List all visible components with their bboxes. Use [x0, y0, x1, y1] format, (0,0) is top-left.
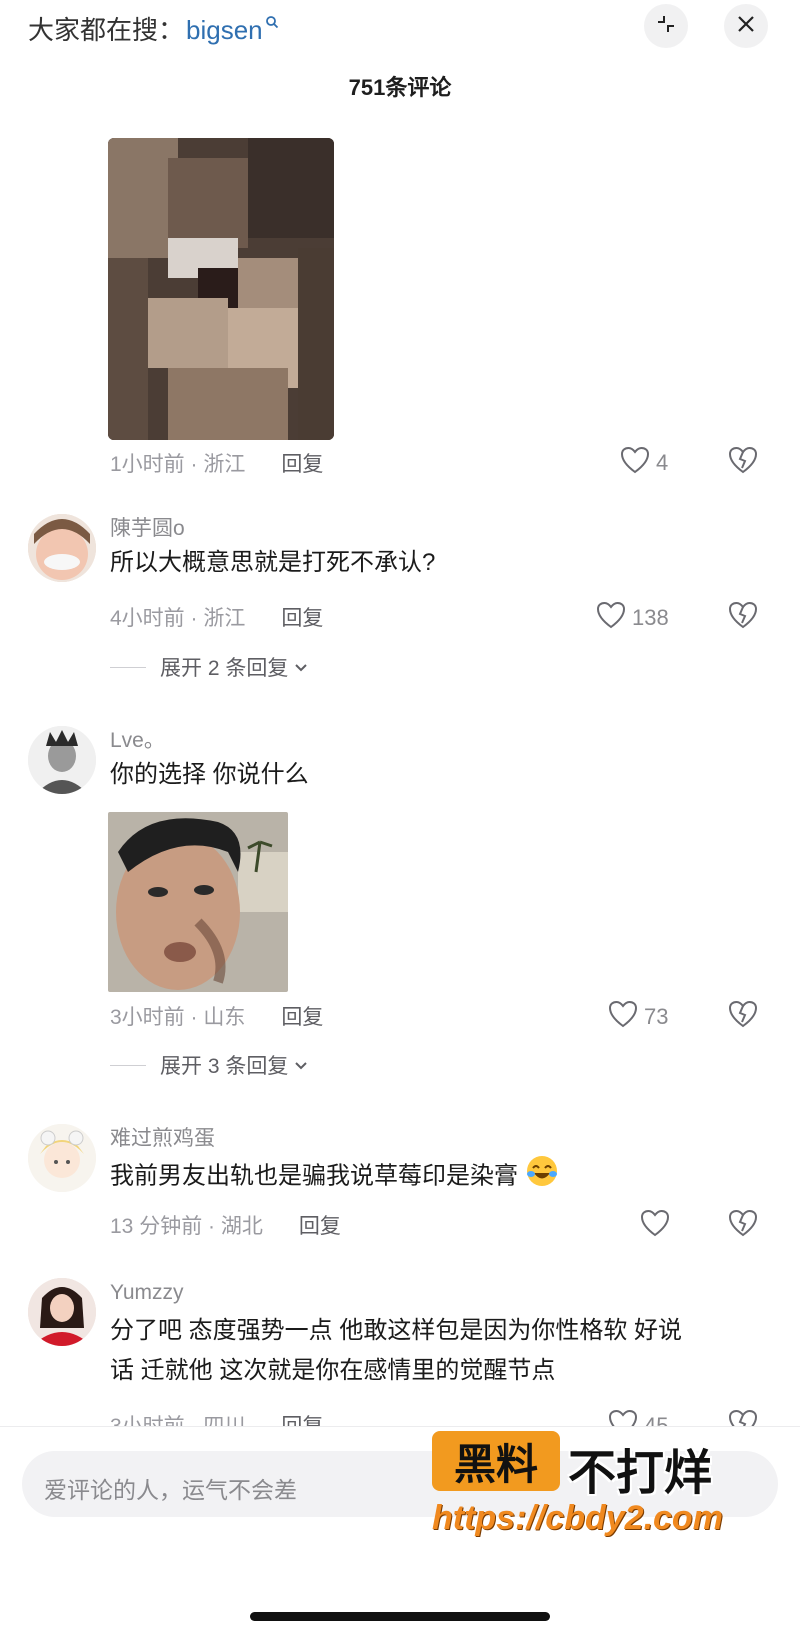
expand-replies-button[interactable]: 展开 3 条回复 [110, 1050, 308, 1080]
heart-icon [640, 1209, 670, 1243]
divider [110, 1064, 146, 1066]
search-suggestion-prefix: 大家都在搜： [28, 15, 185, 45]
comment-image-meme[interactable] [108, 812, 288, 992]
like-count: 138 [632, 605, 669, 630]
avatar[interactable] [28, 1278, 96, 1346]
avatar[interactable] [28, 1124, 96, 1192]
watermark-title: 不打烊 [568, 1447, 713, 1500]
comment-meta: 13 分钟前 · 湖北 回复 [110, 1210, 341, 1240]
comment-text-line: 分了吧 态度强势一点 他敢这样包是因为你性格软 好说 [110, 1317, 683, 1344]
comment-meta: 3小时前 · 山东 回复 [110, 1001, 323, 1031]
chevron-down-icon [294, 655, 308, 679]
expand-replies-label: 展开 2 条回复 [160, 657, 289, 680]
broken-heart-icon [728, 1209, 758, 1241]
expand-replies-label: 展开 3 条回复 [160, 1055, 289, 1078]
expand-replies-button[interactable]: 展开 2 条回复 [110, 652, 308, 682]
reply-button[interactable]: 回复 [281, 602, 323, 632]
dislike-button[interactable] [728, 1000, 758, 1033]
heart-icon [620, 446, 650, 480]
home-indicator[interactable] [250, 1612, 550, 1621]
avatar[interactable] [28, 726, 96, 794]
watermark-tag: 黑料 [432, 1431, 560, 1491]
like-count: 73 [644, 1004, 669, 1029]
close-button[interactable] [724, 4, 768, 48]
collapse-icon [655, 13, 677, 40]
comment-text-content: 我前男友出轨也是骗我说草莓印是染膏 [110, 1162, 518, 1190]
dislike-button[interactable] [728, 601, 758, 634]
comment-text: 你的选择 你说什么 [110, 761, 309, 788]
like-button[interactable]: 73 [608, 1000, 668, 1034]
comment-time-location: 4小时前 · 浙江 [110, 607, 246, 630]
comment-image-censored[interactable] [108, 138, 334, 440]
like-button[interactable] [640, 1209, 670, 1243]
comment-text: 我前男友出轨也是骗我说草莓印是染膏 [110, 1154, 760, 1200]
comment-input-placeholder: 爱评论的人，运气不会差 [44, 1477, 297, 1503]
comment-text: 所以大概意思就是打死不承认? [110, 549, 436, 576]
search-suggestion-keyword[interactable]: bigsen [186, 15, 263, 46]
divider [110, 666, 146, 668]
heart-icon [596, 601, 626, 635]
broken-heart-icon [728, 601, 758, 633]
search-icon [265, 15, 279, 34]
broken-heart-icon [728, 1000, 758, 1032]
comment-time-location: 13 分钟前 · 湖北 [110, 1215, 263, 1238]
comment-text-line: 话 迁就他 这次就是你在感情里的觉醒节点 [110, 1357, 556, 1384]
comment-meta: 4小时前 · 浙江 回复 [110, 602, 323, 632]
like-button[interactable]: 4 [620, 446, 668, 480]
comment-username[interactable]: Yumzzy [110, 1278, 760, 1308]
like-button[interactable]: 138 [596, 601, 669, 635]
comment-time-location: 1小时前 · 浙江 [110, 453, 246, 476]
watermark-url: https://cbdy2.com [432, 1499, 723, 1537]
comment-input-bar: 爱评论的人，运气不会差 黑料 不打烊 https://cbdy2.com [0, 1426, 800, 1630]
dislike-button[interactable] [728, 1209, 758, 1242]
broken-heart-icon [728, 446, 758, 478]
comment-username[interactable]: 陳芋圆o [110, 514, 760, 544]
top-bar: 大家都在搜： bigsen [0, 0, 800, 60]
reply-button[interactable]: 回复 [281, 1001, 323, 1031]
close-icon [736, 14, 756, 39]
avatar[interactable] [28, 514, 96, 582]
collapse-button[interactable] [644, 4, 688, 48]
laughing-crying-emoji-icon [525, 1154, 559, 1200]
like-count: 4 [656, 450, 669, 475]
search-suggestion[interactable]: 大家都在搜： bigsen [28, 10, 279, 47]
reply-button[interactable]: 回复 [299, 1210, 341, 1240]
comment-count: 751条评论 [348, 75, 452, 100]
comment-username[interactable]: 难过煎鸡蛋 [110, 1124, 760, 1154]
chevron-down-icon [294, 1053, 308, 1077]
heart-icon [608, 1000, 638, 1034]
comment-username[interactable]: Lve。 [110, 726, 760, 756]
dislike-button[interactable] [728, 446, 758, 479]
reply-button[interactable]: 回复 [281, 448, 323, 478]
comment-meta: 1小时前 · 浙江 回复 [110, 448, 323, 478]
comment-time-location: 3小时前 · 山东 [110, 1006, 246, 1029]
